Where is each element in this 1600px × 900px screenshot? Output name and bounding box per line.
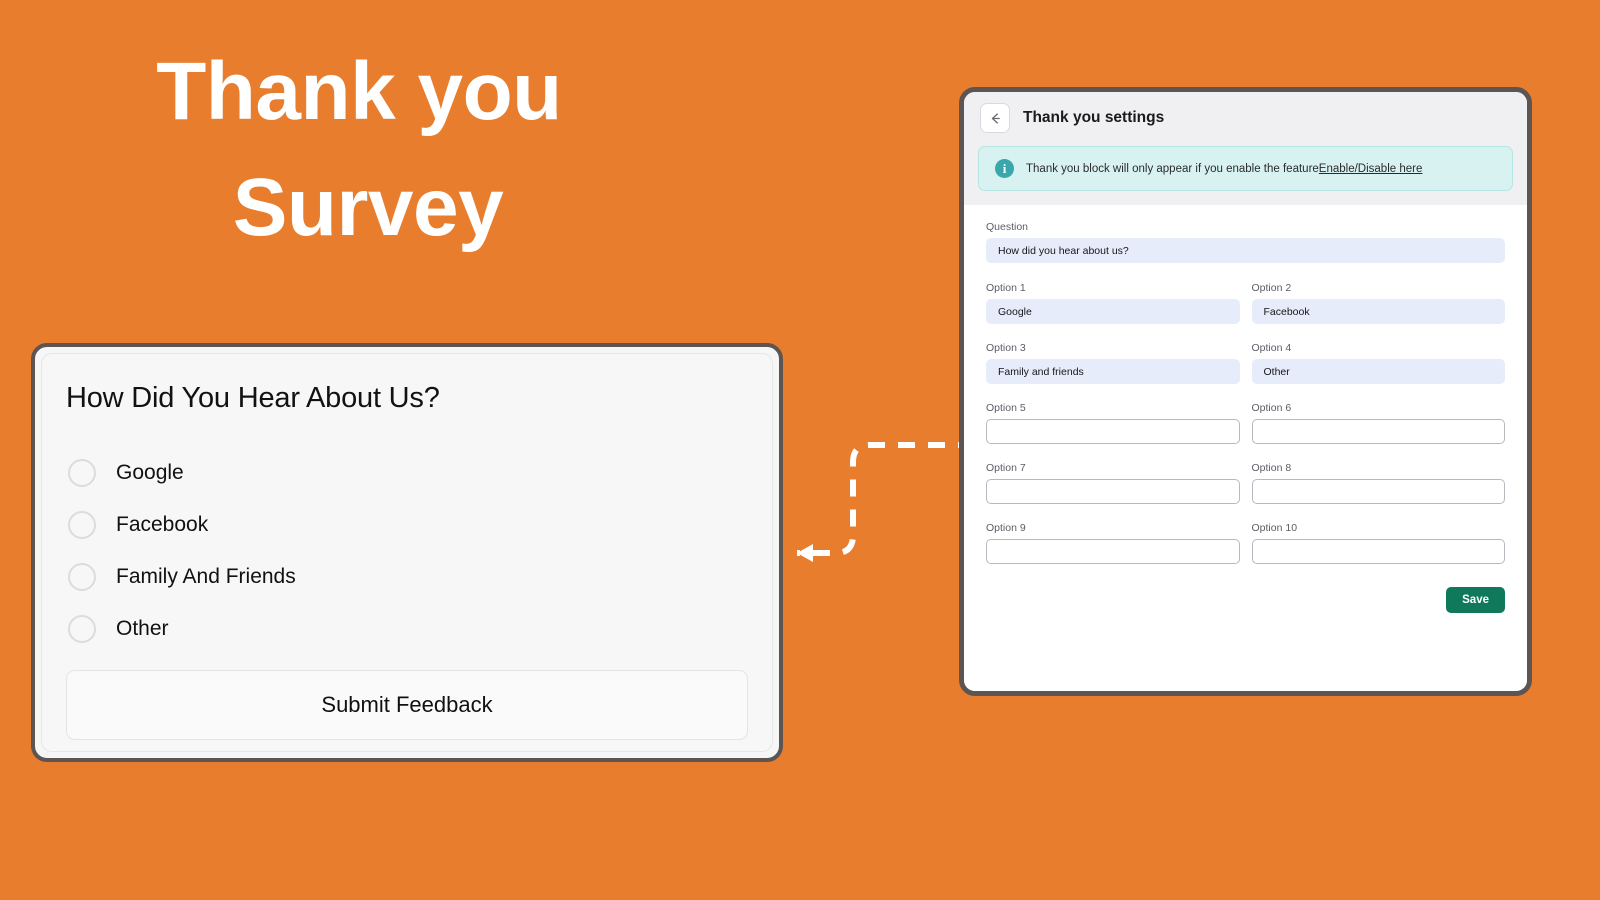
option-input-9[interactable] — [986, 539, 1240, 564]
survey-option-label: Other — [116, 617, 169, 640]
survey-option-label: Google — [116, 461, 184, 484]
connector-arrow-icon — [797, 442, 975, 562]
panel-title: Thank you settings — [1023, 109, 1165, 126]
option-field-group-1: Option 1 Google — [986, 282, 1240, 324]
option-input-4[interactable]: Other — [1251, 359, 1505, 384]
question-field-label: Question — [986, 221, 1029, 233]
option-field-group-4: Option 4 Other — [1251, 342, 1505, 384]
thank-you-settings-panel: Thank you settings i Thank you block wil… — [959, 87, 1532, 696]
question-field-group: Question How did you hear about us? — [986, 221, 1505, 263]
panel-body: Question How did you hear about us? Opti… — [964, 205, 1527, 691]
survey-option-row[interactable]: Family And Friends — [66, 551, 748, 603]
option-label-10: Option 10 — [1251, 522, 1298, 534]
info-banner-text: Thank you block will only appear if you … — [1026, 163, 1422, 175]
option-field-group-2: Option 2 Facebook — [1251, 282, 1505, 324]
submit-feedback-button[interactable]: Submit Feedback — [66, 670, 748, 740]
option-input-8[interactable] — [1251, 479, 1505, 504]
survey-option-row[interactable]: Other — [66, 603, 748, 655]
save-row: Save — [986, 582, 1505, 613]
radio-circle-icon[interactable] — [68, 563, 96, 591]
option-field-group-6: Option 6 — [1251, 402, 1505, 444]
option-label-7: Option 7 — [986, 462, 1026, 474]
option-label-4: Option 4 — [1251, 342, 1292, 354]
option-input-1[interactable]: Google — [986, 299, 1240, 324]
options-grid: Option 1 Google Option 2 Facebook Option… — [986, 282, 1505, 582]
info-banner-wrapper: i Thank you block will only appear if yo… — [964, 146, 1527, 205]
option-input-7[interactable] — [986, 479, 1240, 504]
option-input-10[interactable] — [1251, 539, 1505, 564]
option-label-1: Option 1 — [986, 282, 1026, 294]
question-input[interactable]: How did you hear about us? — [986, 238, 1505, 263]
page-title: Thank you Survey — [0, 34, 730, 267]
option-label-2: Option 2 — [1251, 282, 1292, 294]
radio-circle-icon[interactable] — [68, 511, 96, 539]
option-label-6: Option 6 — [1251, 402, 1292, 414]
hero-line-2: Survey — [232, 162, 504, 254]
survey-option-label: Facebook — [116, 513, 209, 536]
option-input-6[interactable] — [1251, 419, 1505, 444]
survey-card-inner: How Did You Hear About Us? Google Facebo… — [41, 353, 773, 752]
option-label-8: Option 8 — [1251, 462, 1292, 474]
survey-option-row[interactable]: Facebook — [66, 499, 748, 551]
option-label-9: Option 9 — [986, 522, 1026, 534]
option-field-group-8: Option 8 — [1251, 462, 1505, 504]
radio-circle-icon[interactable] — [68, 459, 96, 487]
option-input-3[interactable]: Family and friends — [986, 359, 1240, 384]
info-icon: i — [995, 159, 1014, 178]
info-banner-message: Thank you block will only appear if you … — [1026, 162, 1319, 175]
survey-option-row[interactable]: Google — [66, 447, 748, 499]
survey-preview-card: How Did You Hear About Us? Google Facebo… — [31, 343, 783, 762]
survey-question-title: How Did You Hear About Us? — [66, 382, 440, 414]
arrow-left-icon — [991, 112, 1000, 124]
hero-line-1: Thank you — [156, 46, 562, 137]
save-button[interactable]: Save — [1446, 587, 1505, 613]
option-input-5[interactable] — [986, 419, 1240, 444]
enable-disable-link[interactable]: Enable/Disable here — [1319, 163, 1423, 175]
option-field-group-9: Option 9 — [986, 522, 1240, 564]
back-button[interactable] — [980, 103, 1010, 133]
option-field-group-10: Option 10 — [1251, 522, 1505, 564]
option-label-5: Option 5 — [986, 402, 1026, 414]
info-banner: i Thank you block will only appear if yo… — [978, 146, 1513, 191]
panel-header: Thank you settings — [964, 92, 1527, 146]
survey-option-label: Family And Friends — [116, 565, 296, 588]
option-label-3: Option 3 — [986, 342, 1026, 354]
option-field-group-3: Option 3 Family and friends — [986, 342, 1240, 384]
option-field-group-5: Option 5 — [986, 402, 1240, 444]
option-input-2[interactable]: Facebook — [1251, 299, 1505, 324]
radio-circle-icon[interactable] — [68, 615, 96, 643]
option-field-group-7: Option 7 — [986, 462, 1240, 504]
